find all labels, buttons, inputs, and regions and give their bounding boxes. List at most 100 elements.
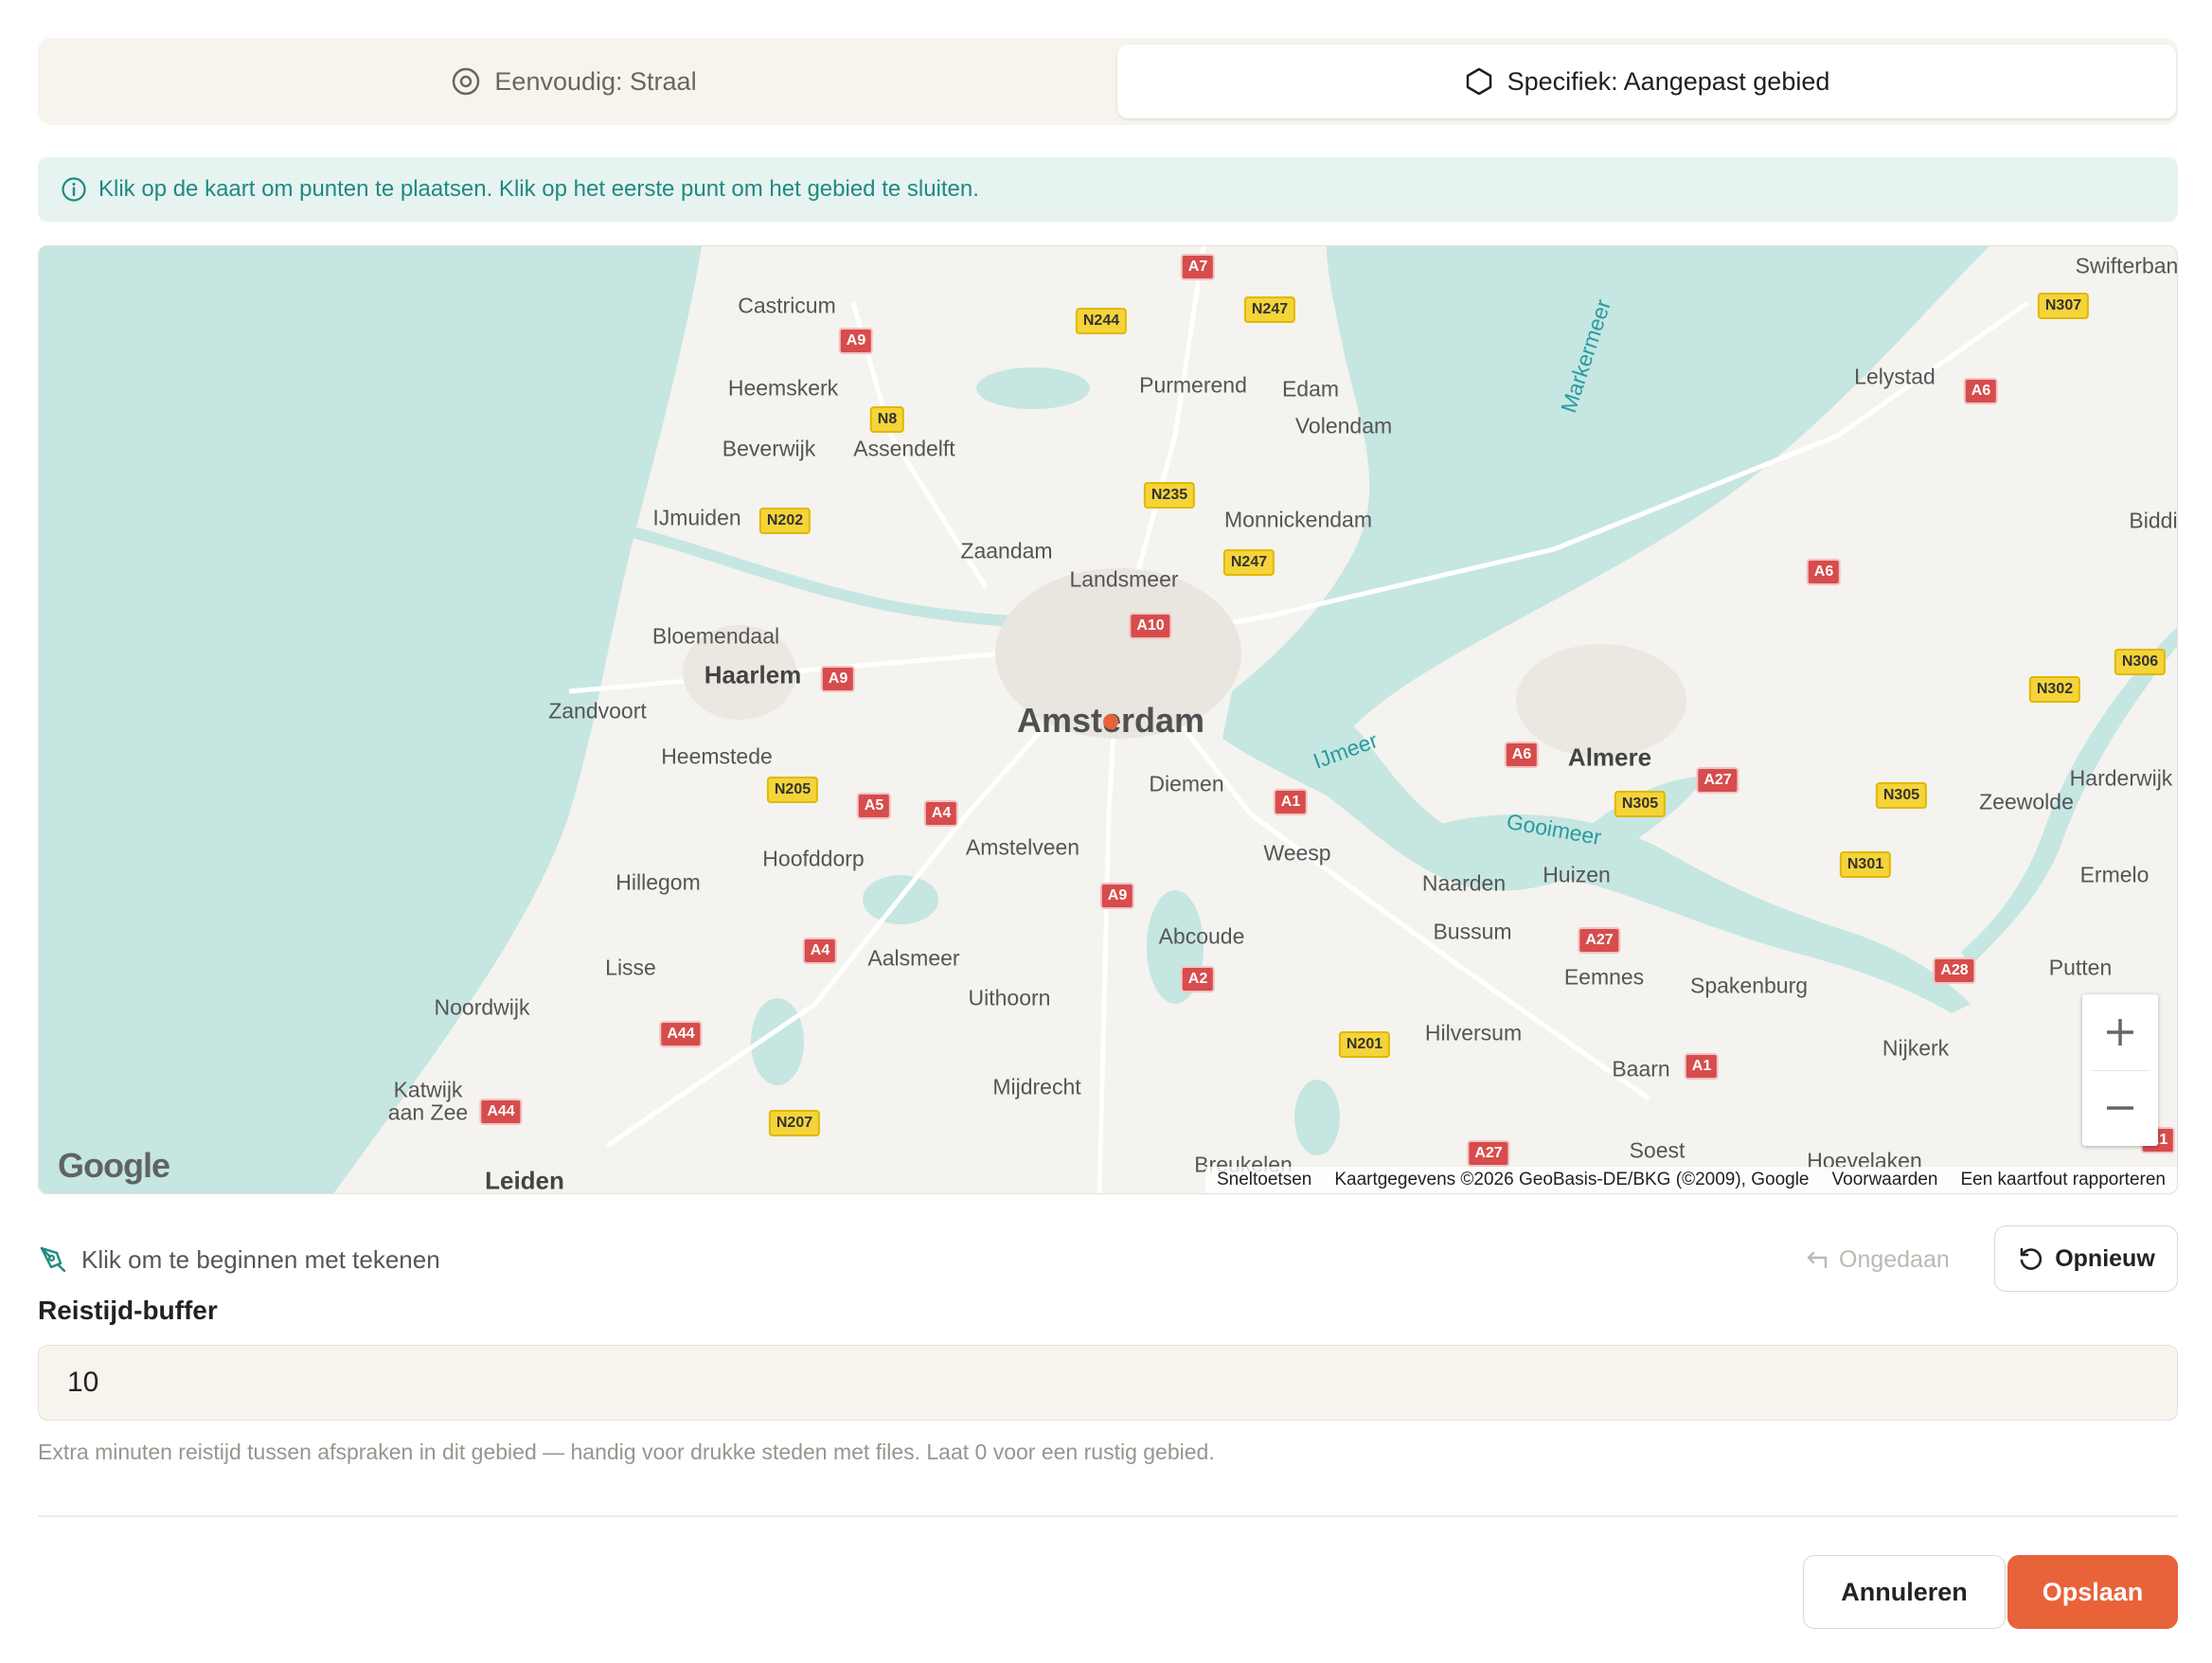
road-shield: A6: [1806, 559, 1842, 585]
map-label: Weesp: [1263, 840, 1331, 866]
pen-tool-icon: [40, 1246, 66, 1273]
buffer-label: Reistijd-buffer: [38, 1296, 218, 1325]
road-shield: A10: [1129, 613, 1172, 639]
map-attribution: Sneltoetsen Kaartgegevens ©2026 GeoBasis…: [1204, 1167, 2177, 1193]
keyboard-shortcuts-link[interactable]: Sneltoetsen: [1217, 1170, 1311, 1190]
road-shield: N247: [1222, 549, 1275, 576]
target-icon: [453, 67, 480, 96]
road-shield: N305: [1875, 782, 1928, 809]
road-shield: N235: [1143, 482, 1196, 509]
map-label: Zaandam: [960, 538, 1053, 563]
tab-simple-radius[interactable]: Eenvoudig: Straal: [45, 45, 1103, 118]
map-label: Castricum: [738, 293, 836, 318]
road-shield: A5: [856, 793, 892, 819]
road-shield: N301: [1839, 851, 1892, 878]
road-shield: A44: [479, 1099, 523, 1125]
zoom-divider: [2092, 1070, 2149, 1071]
road-shield: A4: [802, 938, 838, 964]
map-label: Putten: [2048, 955, 2113, 980]
map-label: Naarden: [1421, 870, 1507, 896]
map-label: Hillegom: [615, 869, 701, 895]
map-label: Edam: [1281, 376, 1340, 402]
map-label: Abcoude: [1158, 923, 1245, 949]
map-label: Noordwijk: [434, 994, 530, 1020]
map-label: Bloemendaal: [651, 623, 780, 649]
map-label: Volendam: [1294, 413, 1393, 438]
map-label: Swifterban: [2075, 253, 2178, 278]
map-label: aan Zee: [387, 1100, 469, 1125]
undo-button[interactable]: Ongedaan: [1803, 1241, 1950, 1279]
zoom-out-button[interactable]: [2082, 1070, 2158, 1146]
map-label: Leiden: [485, 1166, 564, 1194]
road-shield: N247: [1243, 296, 1296, 323]
map-label: Purmerend: [1139, 372, 1247, 398]
road-shield: A27: [1578, 927, 1621, 954]
map-label: Huizen: [1543, 862, 1611, 887]
map-label: Amstelveen: [965, 834, 1080, 860]
road-shield: A9: [838, 328, 874, 354]
map-label: Bussum: [1433, 919, 1512, 944]
map-label: Landsmeer: [1069, 566, 1179, 592]
tab-specific-area[interactable]: Specifiek: Aangepast gebied: [1117, 45, 2176, 118]
map-label: Biddi: [2129, 508, 2178, 533]
center-marker: [1103, 714, 1118, 729]
road-shield: A4: [923, 800, 959, 827]
road-shield: N306: [2114, 649, 2167, 675]
buffer-input[interactable]: 10: [38, 1345, 2178, 1421]
map-label: Aalsmeer: [867, 945, 960, 971]
map-label: Eemnes: [1563, 964, 1645, 990]
map-label: IJmuiden: [652, 505, 741, 530]
road-shield: A28: [1933, 957, 1976, 984]
reset-label: Opnieuw: [2055, 1244, 2155, 1272]
map-label: Monnickendam: [1224, 507, 1372, 532]
save-button[interactable]: Opslaan: [2007, 1555, 2178, 1629]
road-shield: A1: [1684, 1053, 1720, 1080]
reset-button[interactable]: Opnieuw: [1994, 1225, 2178, 1292]
map-label: Zandvoort: [548, 698, 647, 724]
minus-icon: [2107, 1106, 2133, 1110]
map-label: Heemstede: [661, 743, 773, 769]
instruction-text: Klik op de kaart om punten te plaatsen. …: [98, 176, 979, 202]
map-label: Spakenburg: [1689, 973, 1809, 998]
cancel-button[interactable]: Annuleren: [1803, 1555, 2006, 1629]
map-label: Haarlem: [704, 660, 802, 689]
instruction-banner: Klik op de kaart om punten te plaatsen. …: [38, 157, 2178, 222]
map-data-text: Kaartgegevens ©2026 GeoBasis-DE/BKG (©20…: [1334, 1170, 1810, 1189]
map-canvas[interactable]: Castricum Heemskerk Beverwijk Assendelft…: [38, 245, 2178, 1194]
road-shield: N307: [2037, 293, 2090, 319]
report-error-link[interactable]: Een kaartfout rapporteren: [1960, 1170, 2166, 1190]
tab-simple-label: Eenvoudig: Straal: [494, 66, 697, 96]
road-shield: A44: [659, 1021, 703, 1047]
map-label: Soest: [1629, 1137, 1686, 1163]
road-shield: N202: [758, 508, 812, 534]
map-label: Lelystad: [1854, 364, 1936, 389]
road-shield: N302: [2028, 676, 2081, 703]
road-shield: A9: [820, 666, 856, 692]
road-shield: N244: [1075, 308, 1128, 334]
map-label: Baarn: [1612, 1056, 1670, 1082]
refresh-icon: [2020, 1247, 2043, 1270]
road-shield: A6: [1963, 378, 1999, 404]
map-label: Nijkerk: [1882, 1035, 1950, 1061]
map-label: Ermelo: [2079, 862, 2150, 887]
map-label: Diemen: [1149, 771, 1224, 796]
terms-link[interactable]: Voorwaarden: [1832, 1170, 1938, 1190]
divider: [38, 1515, 2178, 1517]
zoom-controls: [2082, 994, 2158, 1146]
area-mode-toggle: Eenvoudig: Straal Specifiek: Aangepast g…: [38, 38, 2178, 125]
road-shield: A1: [1273, 789, 1309, 815]
map-label: Beverwijk: [722, 436, 816, 461]
drawing-hint-text: Klik om te beginnen met tekenen: [81, 1244, 440, 1274]
hexagon-icon: [1466, 67, 1491, 96]
road-shield: N207: [768, 1110, 821, 1136]
road-shield: N8: [869, 406, 905, 433]
tab-specific-label: Specifiek: Aangepast gebied: [1507, 66, 1830, 96]
map-label: Zeewolde: [1979, 789, 2074, 814]
road-shield: A7: [1180, 254, 1216, 280]
zoom-in-button[interactable]: [2082, 994, 2158, 1070]
map-label: Almere: [1567, 742, 1652, 772]
map-label: Assendelft: [853, 436, 955, 461]
info-icon: [62, 177, 86, 202]
road-shield: A27: [1696, 767, 1739, 794]
road-shield: N201: [1338, 1031, 1391, 1058]
